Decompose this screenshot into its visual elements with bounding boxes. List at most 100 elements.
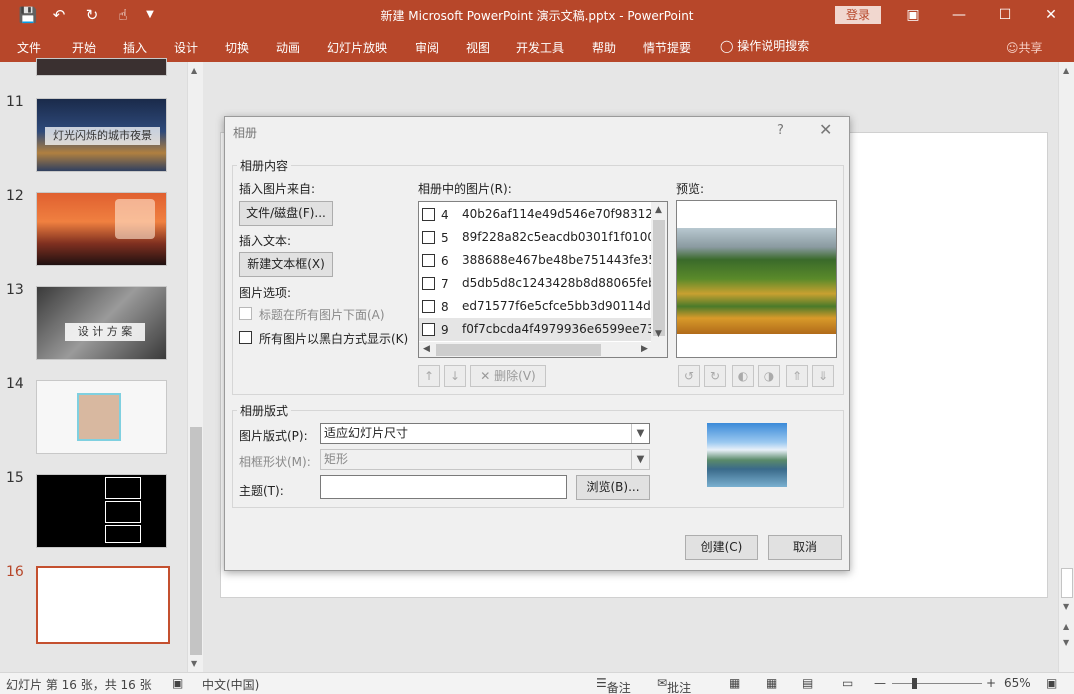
spelling-icon[interactable]: ▣: [172, 676, 183, 690]
picture-number: 7: [441, 277, 449, 291]
zoom-in-icon[interactable]: +: [986, 676, 996, 690]
scroll-down-icon[interactable]: ▼: [191, 659, 197, 668]
minimize-icon[interactable]: —: [936, 0, 982, 30]
slide-thumbnail-13[interactable]: 设 计 方 案: [36, 286, 167, 360]
scroll-up-icon[interactable]: ▲: [191, 66, 197, 75]
tab-storyboard[interactable]: 情节提要: [643, 39, 691, 56]
slideshow-icon[interactable]: ▭: [842, 676, 853, 690]
slide-sorter-icon[interactable]: ▦: [766, 676, 777, 690]
new-textbox-button[interactable]: 新建文本框(X): [239, 252, 333, 277]
maximize-icon[interactable]: ☐: [982, 0, 1028, 30]
slide-number-15: 15: [6, 470, 24, 486]
comments-button[interactable]: ✉ 批注: [657, 676, 691, 694]
slide11-caption: 灯光闪烁的城市夜景: [45, 127, 160, 145]
brightness-down-icon[interactable]: ⇓: [812, 365, 834, 387]
picture-checkbox[interactable]: [422, 277, 435, 290]
list-item[interactable]: 6 388688e467be48be751443fe35e: [419, 249, 663, 272]
file-disk-button[interactable]: 文件/磁盘(F)...: [239, 201, 333, 226]
chevron-down-icon[interactable]: ▼: [631, 450, 649, 469]
pictures-listbox[interactable]: 4 40b26af114e49d546e70f98312c4 5 89f228a…: [418, 201, 668, 358]
list-item[interactable]: 7 d5db5d8c1243428b8d88065feb5: [419, 272, 663, 295]
delete-label: 删除(V): [494, 369, 536, 383]
picture-checkbox[interactable]: [422, 300, 435, 313]
close-icon[interactable]: ✕: [1028, 0, 1074, 30]
tell-me[interactable]: ◯ 操作说明搜索: [720, 37, 809, 54]
tab-review[interactable]: 审阅: [415, 39, 439, 56]
slide-thumbnail-15[interactable]: [36, 474, 167, 548]
thumbnail-pane: 11 灯光闪烁的城市夜景 12 13 设 计 方 案 14 15 16 ▲ ▼: [0, 58, 205, 672]
picture-checkbox[interactable]: [422, 323, 435, 336]
previous-slide-icon[interactable]: ▲: [1063, 622, 1069, 631]
slide-scroll-down-icon[interactable]: ▼: [1063, 602, 1069, 611]
reading-view-icon[interactable]: ▤: [802, 676, 813, 690]
picture-checkbox[interactable]: [422, 208, 435, 221]
slide-thumbnail-10[interactable]: [36, 58, 167, 76]
tab-slideshow[interactable]: 幻灯片放映: [327, 39, 387, 56]
slide-scrollbar[interactable]: ▲ ▼ ▲ ▼: [1058, 62, 1074, 672]
captions-below-checkbox[interactable]: [239, 307, 252, 320]
list-vscrollbar[interactable]: ▲ ▼: [651, 202, 667, 342]
tab-animations[interactable]: 动画: [276, 39, 300, 56]
rotate-right-icon[interactable]: ↻: [704, 365, 726, 387]
picture-name: ed71577f6e5cfce5bb3d90114d8: [462, 299, 659, 313]
slide-scroll-thumb[interactable]: [1061, 568, 1073, 598]
slide-thumbnail-14[interactable]: [36, 380, 167, 454]
tab-home[interactable]: 开始: [72, 39, 96, 56]
picture-checkbox[interactable]: [422, 254, 435, 267]
next-slide-icon[interactable]: ▼: [1063, 638, 1069, 647]
login-button[interactable]: 登录: [835, 6, 881, 24]
move-up-icon[interactable]: ↑: [418, 365, 440, 387]
contrast-up-icon[interactable]: ◐: [732, 365, 754, 387]
slide-scroll-up-icon[interactable]: ▲: [1063, 66, 1069, 75]
tab-insert[interactable]: 插入: [123, 39, 147, 56]
slide-thumbnail-11[interactable]: 灯光闪烁的城市夜景: [36, 98, 167, 172]
language-indicator[interactable]: 中文(中国): [202, 676, 259, 693]
zoom-level[interactable]: 65%: [1004, 676, 1031, 690]
picture-layout-select[interactable]: 适应幻灯片尺寸 ▼: [320, 423, 650, 444]
picture-checkbox[interactable]: [422, 231, 435, 244]
tab-developer[interactable]: 开发工具: [516, 39, 564, 56]
zoom-slider[interactable]: [892, 683, 982, 684]
brightness-up-icon[interactable]: ⇑: [786, 365, 808, 387]
fit-slide-icon[interactable]: ▣: [1046, 676, 1057, 690]
tab-help[interactable]: 帮助: [592, 39, 616, 56]
list-scroll-right-icon[interactable]: ▶: [641, 344, 648, 354]
slide-thumbnail-16[interactable]: [36, 566, 170, 644]
frame-shape-select[interactable]: 矩形 ▼: [320, 449, 650, 470]
browse-button[interactable]: 浏览(B)...: [576, 475, 650, 500]
create-button[interactable]: 创建(C): [685, 535, 758, 560]
zoom-out-icon[interactable]: —: [874, 676, 886, 690]
contrast-down-icon[interactable]: ◑: [758, 365, 780, 387]
tab-view[interactable]: 视图: [466, 39, 490, 56]
list-item-selected[interactable]: 9 f0f7cbcda4f4979936e6599ee733: [419, 318, 662, 341]
dialog-close-icon[interactable]: ✕: [819, 120, 832, 139]
list-scroll-up-icon[interactable]: ▲: [655, 205, 662, 215]
slide-thumbnail-12[interactable]: [36, 192, 167, 266]
list-item[interactable]: 8 ed71577f6e5cfce5bb3d90114d8: [419, 295, 658, 318]
help-icon[interactable]: ?: [777, 123, 784, 138]
black-white-checkbox[interactable]: [239, 331, 252, 344]
theme-input[interactable]: [320, 475, 567, 499]
normal-view-icon[interactable]: ▦: [729, 676, 740, 690]
list-item[interactable]: 5 89f228a82c5eacdb0301f1f01000: [419, 226, 663, 249]
list-vscroll-thumb[interactable]: [653, 220, 665, 336]
notes-button[interactable]: ☰ 备注: [596, 676, 631, 694]
move-down-icon[interactable]: ↓: [444, 365, 466, 387]
chevron-down-icon[interactable]: ▼: [631, 424, 649, 443]
tab-transitions[interactable]: 切换: [225, 39, 249, 56]
rotate-left-icon[interactable]: ↺: [678, 365, 700, 387]
thumbnail-scrollbar[interactable]: ▲ ▼: [187, 62, 203, 672]
list-hscrollbar[interactable]: ◀ ▶: [419, 342, 667, 357]
scroll-thumb[interactable]: [190, 427, 202, 655]
cancel-button[interactable]: 取消: [768, 535, 842, 560]
zoom-slider-thumb[interactable]: [912, 678, 917, 689]
list-scroll-down-icon[interactable]: ▼: [655, 329, 662, 339]
share-button[interactable]: ☺共享: [1006, 39, 1043, 56]
list-hscroll-thumb[interactable]: [436, 344, 601, 356]
delete-button[interactable]: ✕ 删除(V): [470, 365, 546, 387]
list-item[interactable]: 4 40b26af114e49d546e70f98312c4: [419, 203, 667, 226]
tab-file[interactable]: 文件: [17, 39, 41, 56]
list-scroll-left-icon[interactable]: ◀: [423, 344, 430, 354]
tab-design[interactable]: 设计: [174, 39, 198, 56]
ribbon-display-icon[interactable]: ▣: [890, 0, 936, 30]
